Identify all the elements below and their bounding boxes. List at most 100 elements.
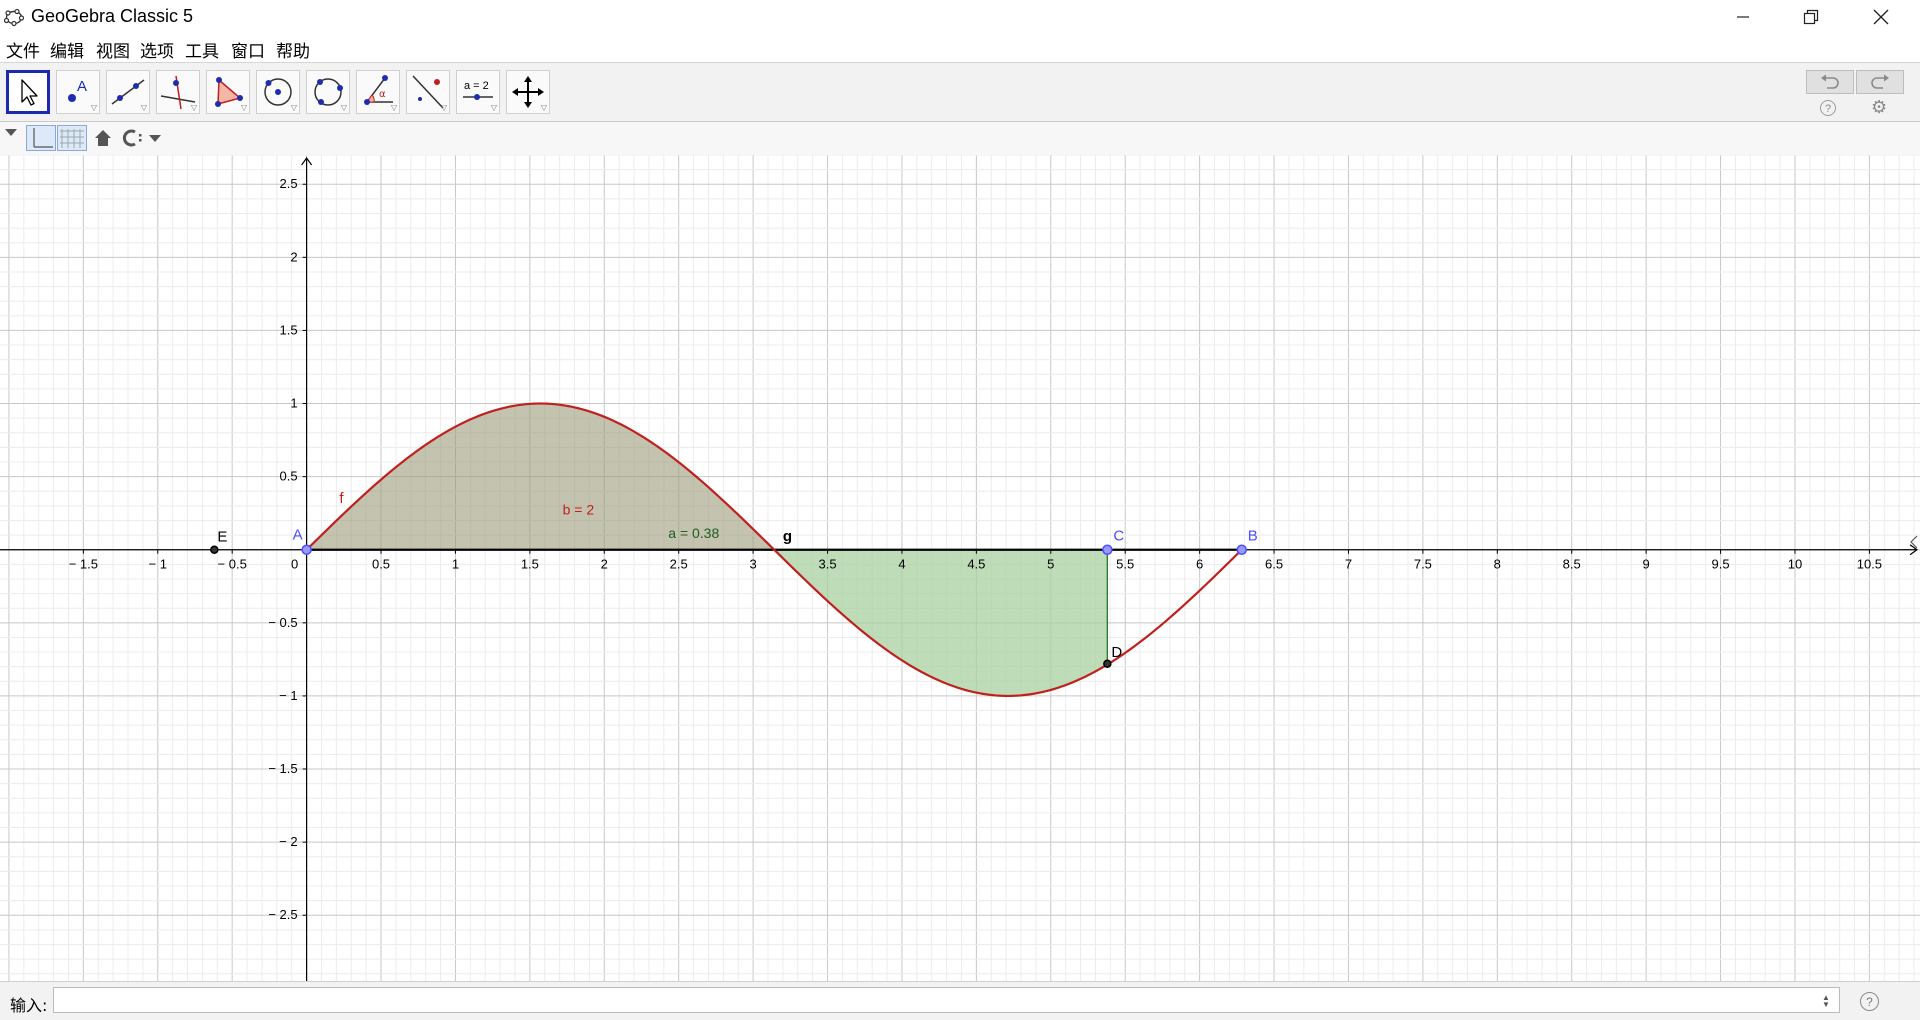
menu-file[interactable]: 文件 xyxy=(6,37,40,62)
y-tick-label: 1.5 xyxy=(280,322,298,337)
point-C[interactable] xyxy=(1102,544,1113,555)
graphics-view[interactable]: − 1.5 − 1 − 0.5 0 0.5 1 1.5 2 2.5 3 3.5 4 4.5 5 5.5 6 6.… xyxy=(0,155,1920,981)
tool-submenu-arrow: ▽ xyxy=(290,103,297,112)
circle-tool[interactable]: ▽ xyxy=(256,70,300,114)
close-button[interactable] xyxy=(1852,0,1910,34)
menu-view[interactable]: 视图 xyxy=(96,37,130,62)
style-bar xyxy=(0,122,1920,156)
x-tick-label: − 1 xyxy=(149,557,167,572)
point-label-C: C xyxy=(1113,528,1124,545)
x-tick-label: 1.5 xyxy=(521,557,539,572)
angle-tool-label: α xyxy=(379,89,386,100)
algebra-input-field[interactable] xyxy=(53,987,1840,1013)
area-b-label: b = 2 xyxy=(563,502,595,518)
x-tick-label: 2.5 xyxy=(670,557,688,572)
x-tick-label: − 1.5 xyxy=(69,557,98,572)
slider-tool[interactable]: a = 2 ▽ xyxy=(456,70,500,114)
input-history-arrows-icon[interactable]: ▲ ▼ xyxy=(1822,994,1830,1009)
y-tick-label: 2 xyxy=(290,249,297,264)
x-tick-label: 6.5 xyxy=(1265,557,1283,572)
segment-g-label: g xyxy=(783,528,792,545)
slider-tool-label: a = 2 xyxy=(464,80,489,92)
undo-button[interactable] xyxy=(1806,70,1854,94)
tool-submenu-arrow: ▽ xyxy=(140,103,147,112)
move-graphics-view-tool[interactable]: ▽ xyxy=(506,70,550,114)
point-B[interactable] xyxy=(1236,544,1247,555)
tool-submenu-arrow: ▽ xyxy=(90,103,97,112)
x-tick-label: 4 xyxy=(898,557,905,572)
redo-button[interactable] xyxy=(1856,70,1904,94)
y-tick-label: − 0.5 xyxy=(268,615,297,630)
angle-tool[interactable]: α ▽ xyxy=(356,70,400,114)
minimize-icon xyxy=(1737,16,1749,18)
point-A[interactable] xyxy=(301,544,312,555)
home-icon[interactable] xyxy=(93,128,113,154)
y-tick-label: 2.5 xyxy=(280,176,298,191)
menu-bar: 文件 编辑 视图 选项 工具 窗口 帮助 xyxy=(0,34,1920,63)
y-tick-label: − 2 xyxy=(279,834,297,849)
line-tool[interactable]: ▽ xyxy=(106,70,150,114)
x-tick-label: − 0.5 xyxy=(218,557,247,572)
x-tick-label: 10.5 xyxy=(1857,557,1882,572)
arrow-icon xyxy=(21,79,38,106)
point-tool[interactable]: A ▽ xyxy=(56,70,100,114)
stylebar-toggle-icon[interactable] xyxy=(4,128,18,154)
menu-options[interactable]: 选项 xyxy=(140,37,174,62)
input-bar: 输入: ▲ ▼ ? xyxy=(0,981,1920,1020)
minimize-button[interactable] xyxy=(1714,0,1772,34)
circle-three-points-tool[interactable]: ▽ xyxy=(306,70,350,114)
x-tick-label: 5 xyxy=(1047,557,1054,572)
point-E[interactable] xyxy=(210,545,219,554)
toolbar: A ▽ ▽ ▽ ▽ ▽ ▽ α ▽ ▽ a = 2 ▽ ▽ xyxy=(0,63,1920,122)
point-label-E: E xyxy=(217,529,227,546)
point-tool-label: A xyxy=(77,78,87,95)
x-tick-label: 7.5 xyxy=(1414,557,1432,572)
move-tool[interactable] xyxy=(6,70,50,114)
point-D[interactable] xyxy=(1103,659,1112,669)
tool-submenu-arrow: ▽ xyxy=(540,103,547,112)
side-panel-arrow-icon[interactable] xyxy=(1909,535,1919,549)
point-label-D: D xyxy=(1111,644,1122,661)
axes-toggle-icon xyxy=(33,128,53,148)
x-tick-label: 0.5 xyxy=(372,557,390,572)
restore-icon xyxy=(1803,9,1819,25)
point-capture-icon[interactable] xyxy=(121,128,165,154)
tool-submenu-arrow: ▽ xyxy=(190,103,197,112)
perpendicular-line-tool[interactable]: ▽ xyxy=(156,70,200,114)
help-icon[interactable]: ? xyxy=(1820,100,1836,116)
axes-toggle-button[interactable] xyxy=(26,125,56,151)
y-tick-label: − 2.5 xyxy=(268,907,297,922)
menu-window[interactable]: 窗口 xyxy=(231,37,265,62)
x-tick-label: 9.5 xyxy=(1712,557,1730,572)
tool-submenu-arrow: ▽ xyxy=(440,103,447,112)
gear-icon[interactable]: ⚙ xyxy=(1871,97,1887,118)
input-label: 输入: xyxy=(10,996,48,1015)
reflect-tool[interactable]: ▽ xyxy=(406,70,450,114)
close-icon xyxy=(1873,9,1889,25)
x-tick-label: 8.5 xyxy=(1563,557,1581,572)
graphics-canvas[interactable]: − 1.5 − 1 − 0.5 0 0.5 1 1.5 2 2.5 3 3.5 4 4.5 5 5.5 6 6.… xyxy=(0,155,1920,981)
y-tick-label: 0.5 xyxy=(280,469,298,484)
x-tick-label: 0 xyxy=(291,557,298,572)
input-help-icon[interactable]: ? xyxy=(1860,992,1879,1011)
y-tick-label: − 1.5 xyxy=(268,761,297,776)
geogebra-logo-icon xyxy=(4,8,24,27)
undo-icon xyxy=(1821,74,1839,89)
grid-toggle-icon xyxy=(60,129,84,148)
restore-button[interactable] xyxy=(1782,0,1840,34)
x-tick-label: 10 xyxy=(1788,557,1802,572)
menu-tools[interactable]: 工具 xyxy=(185,37,219,62)
grid-toggle-button[interactable] xyxy=(57,125,87,151)
y-tick-label: 1 xyxy=(290,396,297,411)
polygon-tool[interactable]: ▽ xyxy=(206,70,250,114)
x-tick-label: 4.5 xyxy=(967,557,985,572)
menu-help[interactable]: 帮助 xyxy=(276,37,310,62)
x-tick-label: 3 xyxy=(749,557,756,572)
x-tick-label: 7 xyxy=(1345,557,1352,572)
tool-submenu-arrow: ▽ xyxy=(340,103,347,112)
point-label-B: B xyxy=(1248,528,1258,545)
tool-submenu-arrow: ▽ xyxy=(390,103,397,112)
x-tick-label: 1 xyxy=(452,557,459,572)
function-f-label: f xyxy=(339,490,344,507)
menu-edit[interactable]: 编辑 xyxy=(50,37,84,62)
